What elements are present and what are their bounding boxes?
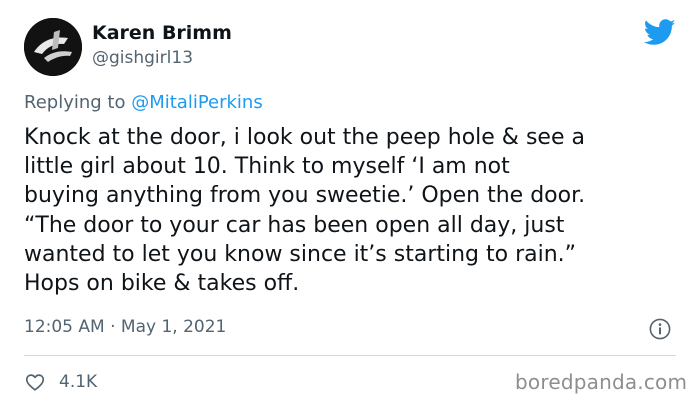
- info-icon[interactable]: [649, 318, 671, 340]
- author-handle[interactable]: @gishgirl13: [92, 48, 193, 68]
- watermark: boredpanda.com: [515, 370, 688, 394]
- reply-mention-link[interactable]: @MitaliPerkins: [131, 92, 263, 113]
- tweet-line: Hops on bike & takes off.: [24, 271, 300, 297]
- replying-prefix: Replying to: [24, 92, 132, 113]
- like-button[interactable]: 4.1K: [24, 370, 97, 394]
- heart-icon: [25, 374, 45, 391]
- tweet-line: Knock at the door, i look out the peep h…: [24, 125, 585, 150]
- tweet-text: Knock at the door, i look out the peep h…: [24, 123, 684, 298]
- twitter-bird-icon[interactable]: [644, 19, 676, 46]
- tweet-line: buying anything from you sweetie.’ Open …: [24, 183, 586, 209]
- author-name[interactable]: Karen Brimm: [92, 22, 232, 44]
- tweet-line: wanted to let you know since it’s starti…: [24, 241, 577, 267]
- timestamp[interactable]: 12:05 AM · May 1, 2021: [24, 317, 226, 337]
- avatar[interactable]: [24, 18, 82, 76]
- like-count: 4.1K: [59, 372, 98, 392]
- tweet-line: “The door to your car has been open all …: [24, 212, 565, 238]
- divider: [24, 355, 676, 356]
- replying-to: Replying to @MitaliPerkins: [24, 92, 263, 113]
- tweet-line: little girl about 10. Think to myself ‘I…: [24, 154, 510, 180]
